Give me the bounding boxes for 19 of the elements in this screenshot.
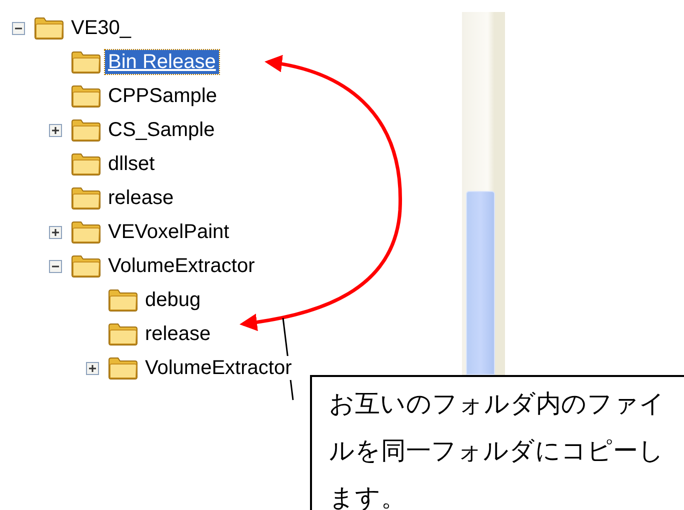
scrollbar[interactable] (462, 12, 505, 375)
folder-icon (108, 356, 138, 380)
collapse-icon[interactable] (12, 22, 25, 34)
tree-item[interactable]: Bin Release (105, 50, 219, 74)
folder-icon (71, 186, 101, 210)
expand-icon[interactable] (86, 362, 99, 374)
collapse-icon[interactable] (49, 260, 62, 272)
scrollbar-thumb[interactable] (466, 191, 495, 375)
folder-icon (71, 118, 101, 142)
folder-icon (108, 288, 138, 312)
folder-icon (71, 84, 101, 108)
folder-icon (34, 16, 64, 40)
folder-icon (71, 152, 101, 176)
folder-icon (71, 254, 101, 278)
folder-icon (71, 220, 101, 244)
expand-icon[interactable] (49, 124, 62, 136)
folder-icon (108, 322, 138, 346)
expand-icon[interactable] (49, 226, 62, 238)
folder-icon (71, 50, 101, 74)
